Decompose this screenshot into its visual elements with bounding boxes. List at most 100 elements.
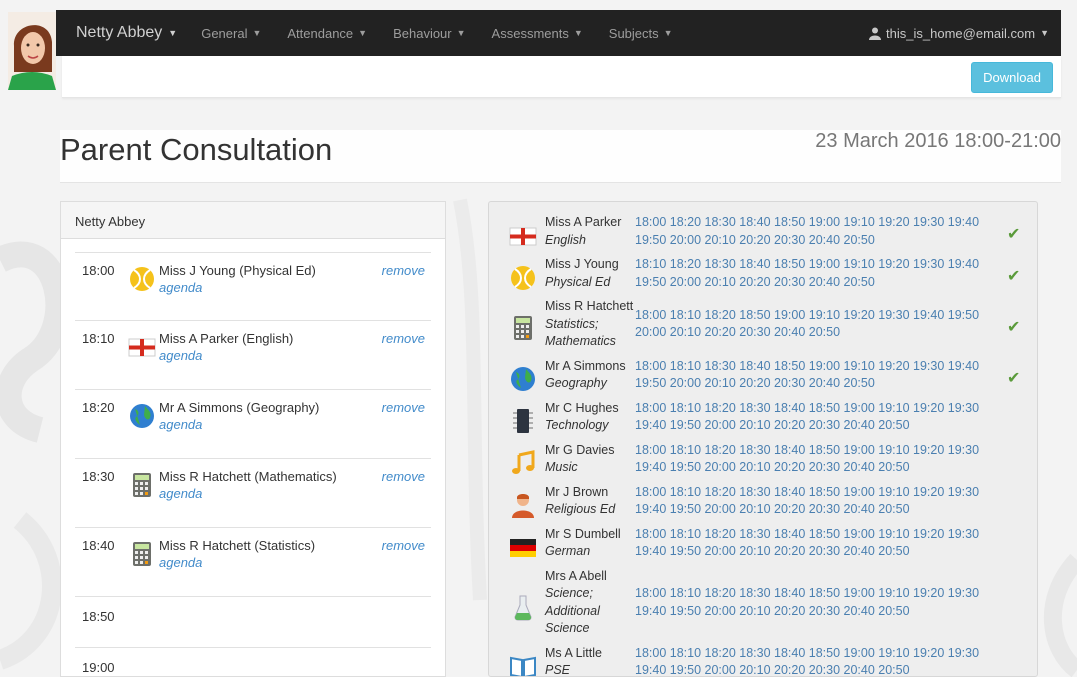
slot-times-line: 19:40 19:50 20:00 20:10 20:20 20:30 20:4… (635, 460, 910, 474)
available-slots[interactable]: 18:00 18:10 18:20 18:30 18:40 18:50 19:0… (635, 526, 995, 561)
available-slots[interactable]: 18:00 18:10 18:20 18:30 18:40 18:50 19:0… (635, 585, 995, 620)
nav-menu-subjects[interactable]: Subjects ▼ (609, 26, 673, 41)
teacher-subject: Religious Ed (545, 502, 616, 516)
slot-times-line: 18:00 18:10 18:20 18:50 19:00 19:10 19:2… (635, 307, 980, 322)
page-title: Parent Consultation (60, 132, 333, 167)
agenda-link[interactable]: agenda (159, 555, 202, 570)
teacher-subject: Additional (545, 603, 600, 618)
teacher-name-label: Miss R Hatchett (545, 299, 634, 313)
teacher-name-label: Ms A Little (545, 645, 602, 660)
teacher-name: Mrs A Abell Science; Additional Science (545, 568, 637, 638)
slot-times-line: 19:50 20:00 20:10 20:20 20:30 20:40 20:5… (635, 274, 875, 289)
slot-times-line: 18:00 18:10 18:20 18:30 18:40 18:50 19:0… (635, 400, 980, 415)
available-slots[interactable]: 18:00 18:10 18:30 18:40 18:50 19:00 19:1… (635, 358, 995, 393)
remove-link[interactable]: remove (382, 469, 425, 484)
schedule-slot: 18:10 Miss A Parker (English) agenda remove (75, 321, 431, 390)
teacher-name-label: Mrs A Abell (545, 568, 607, 583)
nav-menu-label: Attendance (287, 25, 354, 41)
slot-times-line: 18:00 18:10 18:20 18:30 18:40 18:50 19:0… (635, 484, 980, 499)
toolbar: Download (62, 56, 1061, 98)
teacher-name: Miss R Hatchett Statistics; Mathematics (545, 298, 637, 351)
agenda-link[interactable]: agenda (159, 348, 202, 363)
nav-menu-label: Behaviour (393, 25, 452, 41)
download-button[interactable]: Download (971, 62, 1053, 93)
teacher-name: Mr G Davies Music (545, 442, 637, 477)
teacher-name: Mr A Simmons Geography (545, 358, 637, 393)
slot-times-line: 19:50 20:00 20:10 20:20 20:30 20:40 20:5… (635, 232, 875, 247)
schedule-slot: 18:00 Miss J Young (Physical Ed) agenda rem… (75, 252, 431, 321)
student-schedule-panel: Netty Abbey 18:00 Miss J Young (Physical … (60, 201, 446, 677)
user-email: this_is_home@email.com (886, 25, 1036, 41)
available-slots[interactable]: 18:00 18:10 18:20 18:30 18:40 18:50 19:0… (635, 442, 995, 477)
teacher-subject: Statistics; (545, 316, 599, 331)
caret-down-icon: ▼ (252, 28, 262, 38)
teacher-subject: Technology (545, 418, 609, 432)
teacher-name-label: Mr C Hughes (545, 400, 619, 415)
globe-icon (128, 402, 154, 428)
slot-times-line: 18:00 18:20 18:30 18:40 18:50 19:00 19:1… (635, 215, 980, 229)
teacher-row: Mrs A Abell Science; Additional Science 18:0… (489, 568, 1037, 645)
caret-down-icon: ▼ (573, 28, 583, 38)
slot-times-line: 18:00 18:10 18:20 18:30 18:40 18:50 19:0… (635, 645, 980, 660)
teacher-name: Miss J Young Physical Ed (545, 256, 637, 291)
nav-menu-general[interactable]: General ▼ (201, 26, 261, 41)
teacher-name: Ms A Little PSE (545, 645, 637, 677)
calculator-icon (509, 314, 537, 342)
caret-down-icon: ▼ (358, 28, 368, 38)
available-slots[interactable]: 18:10 18:20 18:30 18:40 18:50 19:00 19:1… (635, 256, 995, 291)
slot-times-line: 19:40 19:50 20:00 20:10 20:20 20:30 20:4… (635, 418, 910, 432)
schedule-slot: 18:50 (75, 597, 431, 648)
teacher-name: Miss A Parker English (545, 214, 637, 249)
chip-icon (509, 407, 537, 435)
schedule-slots: 18:00 Miss J Young (Physical Ed) agenda rem… (61, 252, 445, 676)
slot-times-line: 18:00 18:10 18:20 18:30 18:40 18:50 19:0… (635, 442, 980, 457)
flask-icon (509, 593, 537, 621)
caret-down-icon: ▼ (663, 28, 673, 38)
caret-down-icon: ▼ (168, 28, 178, 38)
slot-times-line: 19:40 19:50 20:00 20:10 20:20 20:30 20:4… (635, 663, 910, 677)
nav-menu-label: Subjects (608, 25, 659, 41)
slot-times-line: 18:00 18:10 18:20 18:30 18:40 18:50 19:0… (635, 586, 980, 600)
available-slots[interactable]: 18:00 18:20 18:30 18:40 18:50 19:00 19:1… (635, 214, 995, 249)
teacher-name: Mr J Brown Religious Ed (545, 484, 637, 519)
slot-times-line: 19:40 19:50 20:00 20:10 20:20 20:30 20:4… (635, 544, 910, 558)
agenda-link[interactable]: agenda (159, 280, 202, 295)
teacher-subject: Geography (545, 376, 607, 390)
navbar: Netty Abbey ▼ General ▼ Attendance ▼ Beh… (56, 10, 1061, 56)
teacher-subject: Science (545, 621, 590, 635)
england-flag-icon (509, 222, 537, 250)
available-slots[interactable]: 18:00 18:10 18:20 18:30 18:40 18:50 19:0… (635, 400, 995, 435)
teacher-name: Mr C Hughes Technology (545, 400, 637, 435)
available-slots[interactable]: 18:00 18:10 18:20 18:30 18:40 18:50 19:0… (635, 645, 995, 677)
teacher-row: Mr G Davies Music 18:00 18:10 18:20 18:30 … (489, 442, 1037, 484)
tennis-ball-icon (509, 264, 537, 292)
user-menu[interactable]: this_is_home@email.com ▼ (869, 26, 1049, 41)
teacher-subject: German (545, 544, 591, 558)
teacher-name: Mr S Dumbell German (545, 526, 637, 561)
slot-teacher: Miss J Young (Physical Ed) (159, 263, 316, 278)
available-slots[interactable]: 18:00 18:10 18:20 18:30 18:40 18:50 19:0… (635, 484, 995, 519)
caret-down-icon: ▼ (1040, 28, 1049, 38)
student-name: Netty Abbey (61, 202, 445, 239)
remove-link[interactable]: remove (382, 331, 425, 346)
slot-times-line: 19:50 20:00 20:10 20:20 20:30 20:40 20:5… (635, 376, 875, 390)
book-icon (509, 652, 537, 676)
slot-time: 18:50 (82, 609, 115, 624)
teacher-name-label: Mr A Simmons (545, 358, 626, 373)
schedule-slot: 18:20 Mr A Simmons (Geography) agenda remov… (75, 390, 431, 459)
nav-menu-behaviour[interactable]: Behaviour ▼ (393, 26, 465, 41)
agenda-link[interactable]: agenda (159, 486, 202, 501)
remove-link[interactable]: remove (382, 538, 425, 553)
avatar[interactable] (8, 12, 56, 90)
remove-link[interactable]: remove (382, 263, 425, 278)
agenda-link[interactable]: agenda (159, 417, 202, 432)
calculator-icon (128, 471, 154, 497)
music-note-icon (509, 449, 537, 477)
slot-times-line: 18:00 18:10 18:20 18:30 18:40 18:50 19:0… (635, 526, 980, 541)
school-selector[interactable]: Netty Abbey ▼ (76, 24, 177, 42)
teacher-subject: PSE (545, 663, 571, 677)
available-slots[interactable]: 18:00 18:10 18:20 18:50 19:00 19:10 19:2… (635, 307, 995, 342)
remove-link[interactable]: remove (382, 400, 425, 415)
nav-menu-attendance[interactable]: Attendance ▼ (287, 26, 367, 41)
nav-menu-assessments[interactable]: Assessments ▼ (492, 26, 583, 41)
